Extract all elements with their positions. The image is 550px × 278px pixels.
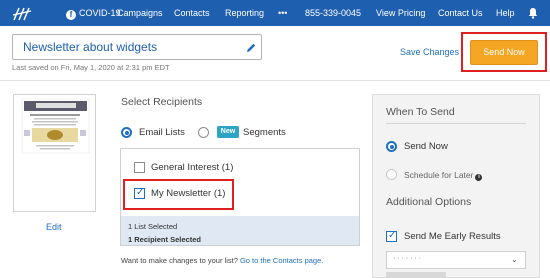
lists-selected-count: 1 List Selected: [128, 222, 178, 231]
schedule-later-label: Schedule for Later: [404, 170, 474, 180]
nav-contact-us[interactable]: Contact Us: [438, 0, 483, 26]
early-results-checkbox[interactable]: ✓: [386, 230, 397, 242]
nav-campaigns[interactable]: Campaigns: [117, 0, 163, 26]
list-help-text: Want to make changes to your list? Go to…: [121, 256, 323, 265]
edit-email-link[interactable]: Edit: [46, 222, 62, 232]
nav-contacts[interactable]: Contacts: [174, 0, 210, 26]
bell-icon[interactable]: [527, 7, 539, 19]
schedule-later-option[interactable]: Schedule for Later i: [404, 170, 483, 181]
list-help-prefix: Want to make changes to your list?: [121, 256, 238, 265]
nav-help[interactable]: Help: [496, 0, 515, 26]
covid-info-icon: f: [66, 10, 76, 20]
early-results-timing-select[interactable]: · · · · · · · ⌄: [386, 251, 526, 269]
logo-icon[interactable]: [12, 4, 32, 22]
select-placeholder: · · · · · · ·: [393, 255, 421, 262]
recipients-selected-count: 1 Recipient Selected: [128, 235, 201, 244]
send-now-button[interactable]: Send Now: [470, 40, 538, 65]
nav-covid19-label: COVID-19: [79, 8, 121, 18]
save-changes-link[interactable]: Save Changes: [400, 47, 459, 57]
header-divider: [0, 80, 550, 81]
nav-more-menu[interactable]: •••: [278, 0, 287, 26]
info-icon[interactable]: i: [475, 174, 483, 181]
nav-reporting[interactable]: Reporting: [225, 0, 264, 26]
checkmark-icon: ✓: [388, 230, 397, 241]
top-nav-bar: f COVID-19 Campaigns Contacts Reporting •…: [0, 0, 550, 26]
truncated-option-label: [386, 272, 446, 278]
general-interest-checkbox[interactable]: [134, 162, 145, 173]
last-saved-text: Last saved on Fri, May 1, 2020 at 2:31 p…: [12, 63, 170, 72]
chevron-down-icon: ⌄: [511, 255, 518, 264]
schedule-later-radio[interactable]: [386, 169, 397, 180]
contacts-page-link[interactable]: Go to the Contacts page.: [240, 256, 323, 265]
select-recipients-heading: Select Recipients: [121, 96, 203, 108]
segments-radio[interactable]: [198, 127, 209, 138]
panel-divider: [386, 123, 526, 124]
general-interest-label[interactable]: General Interest (1): [151, 162, 233, 173]
when-to-send-heading: When To Send: [386, 106, 455, 118]
my-newsletter-highlight: [123, 179, 234, 210]
send-now-radio[interactable]: [386, 141, 397, 152]
email-lists-radio[interactable]: [121, 127, 132, 138]
additional-options-heading: Additional Options: [386, 196, 472, 208]
campaign-name-field[interactable]: Newsletter about widgets: [12, 34, 262, 60]
nav-covid19[interactable]: f COVID-19: [66, 0, 121, 26]
nav-view-pricing[interactable]: View Pricing: [376, 0, 425, 26]
early-results-label[interactable]: Send Me Early Results: [404, 231, 501, 242]
pencil-icon[interactable]: [245, 42, 257, 54]
campaign-name-text[interactable]: Newsletter about widgets: [23, 40, 157, 54]
email-lists-label[interactable]: Email Lists: [139, 127, 185, 138]
send-now-option-label[interactable]: Send Now: [404, 141, 448, 152]
email-preview-thumbnail[interactable]: [13, 94, 96, 212]
nav-phone[interactable]: 855-339-0045: [305, 0, 361, 26]
segments-label[interactable]: Segments: [243, 127, 286, 138]
email-preview-image: [21, 98, 90, 154]
new-badge: New: [217, 126, 239, 138]
